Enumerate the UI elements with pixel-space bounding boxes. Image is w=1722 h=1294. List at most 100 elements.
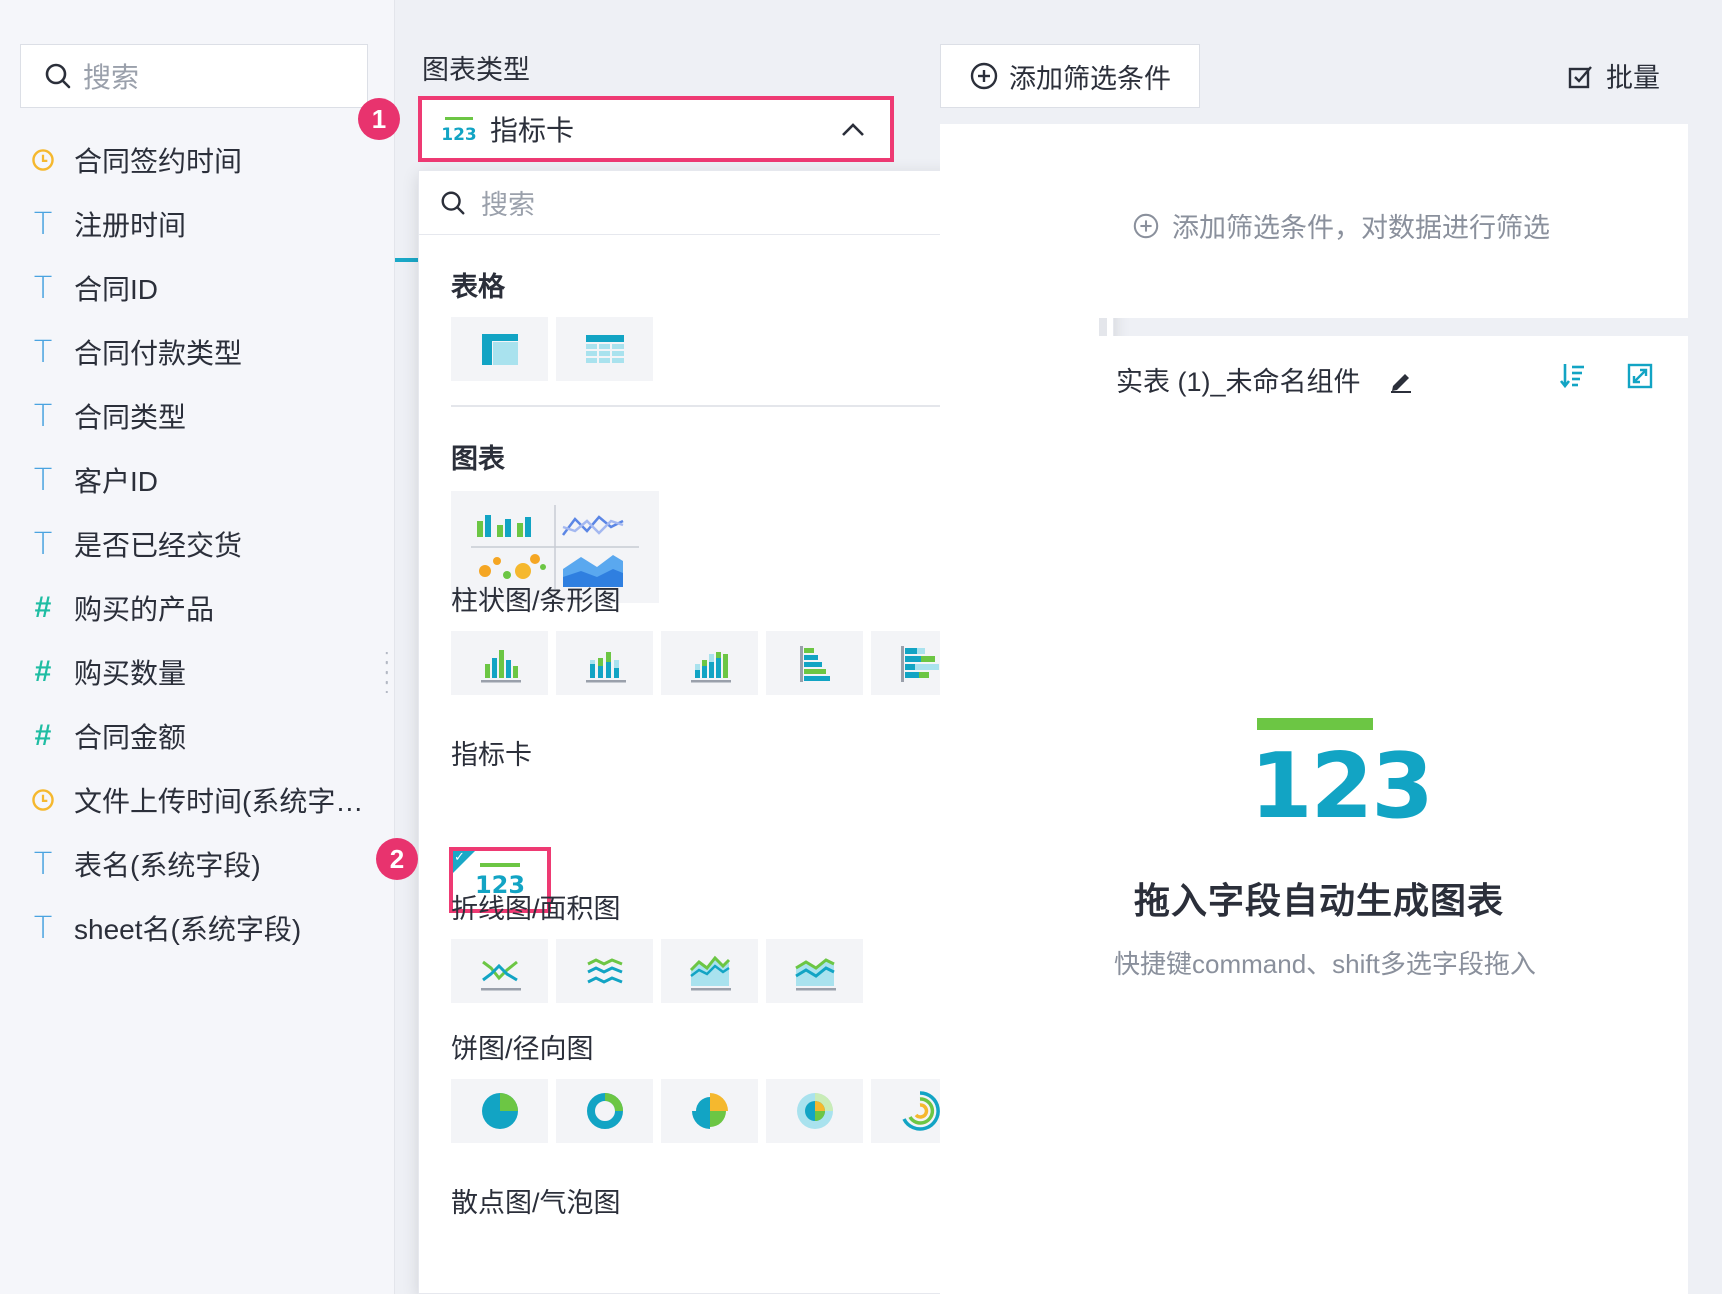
clock-icon: [28, 145, 58, 175]
field-item[interactable]: # 购买的产品: [28, 576, 368, 640]
sort-icon[interactable]: [1558, 360, 1588, 390]
text-type-icon: T: [33, 846, 53, 882]
chart-option-line[interactable]: [451, 939, 548, 1003]
chart-type-select[interactable]: 123 指标卡: [418, 96, 894, 162]
chart-type-label: 图表类型: [422, 55, 530, 85]
field-item[interactable]: T 表名(系统字段): [28, 832, 368, 896]
field-label: 合同金额: [74, 722, 187, 753]
step-badge-2: 2: [376, 838, 418, 880]
detail-table-icon: [585, 335, 624, 363]
field-label: 购买的产品: [74, 594, 215, 625]
filter-hint[interactable]: 添加筛选条件，对数据进行筛选: [1132, 206, 1550, 245]
panel-resize-handle[interactable]: : :: :: [384, 647, 404, 697]
empty-state-hint: 快捷键command、shift多选字段拖入: [1114, 949, 1536, 979]
field-item[interactable]: T 合同付款类型: [28, 320, 368, 384]
batch-label: 批量: [1606, 63, 1660, 93]
chart-option-table[interactable]: [451, 317, 548, 381]
expand-icon[interactable]: [1626, 362, 1654, 390]
chart-option-rose[interactable]: [661, 1079, 758, 1143]
section-title-scatter: 散点图/气泡图: [451, 1188, 621, 1218]
table-icon: [481, 334, 518, 365]
field-item[interactable]: 合同签约时间: [28, 128, 368, 192]
field-list: 合同签约时间 T 注册时间 T 合同ID T 合同付款类型 T 合同类型 T 客户ID T 是否已经交货…: [28, 128, 368, 960]
text-type-icon: T: [33, 398, 53, 434]
section-title-line: 折线图/面积图: [451, 894, 621, 924]
multi-line-icon: [586, 958, 623, 984]
chart-option-stacked-bar[interactable]: [661, 631, 758, 695]
section-title-table: 表格: [451, 272, 505, 302]
chart-option-horizontal-bar[interactable]: [766, 631, 863, 695]
rose-chart-icon: [691, 1093, 728, 1129]
top-strip: [395, 0, 1722, 22]
chart-option-detail-table[interactable]: [556, 317, 653, 381]
field-label: sheet名(系统字段): [74, 914, 302, 945]
field-item[interactable]: Tsheet名(系统字段): [28, 896, 368, 960]
text-type-icon: T: [33, 206, 53, 242]
field-label: 合同类型: [74, 402, 187, 433]
chart-option-pie[interactable]: [451, 1079, 548, 1143]
bar-chart-icon: [480, 650, 521, 683]
number-type-icon: #: [34, 655, 52, 688]
stacked-bar-icon: [690, 652, 731, 683]
field-item[interactable]: T 合同类型: [28, 384, 368, 448]
area-chart-icon: [689, 955, 731, 991]
chart-type-selected-value: 指标卡: [490, 115, 575, 146]
donut-chart-icon: [586, 1093, 623, 1129]
line-chart-row: [451, 939, 863, 1003]
chart-option-stacked-area[interactable]: [766, 939, 863, 1003]
field-item[interactable]: 文件上传时间(系统字…: [28, 768, 368, 832]
table-chart-row: [451, 317, 653, 381]
field-item[interactable]: # 合同金额: [28, 704, 368, 768]
filter-hint-text: 添加筛选条件，对数据进行筛选: [1172, 213, 1550, 243]
component-title: 实表 (1)_未命名组件: [1116, 360, 1415, 399]
chart-option-multi-line[interactable]: [556, 939, 653, 1003]
empty-state-title: 拖入字段自动生成图表: [1134, 880, 1505, 921]
field-item[interactable]: T 客户ID: [28, 448, 368, 512]
tab-indicator: [395, 258, 419, 262]
field-label: 购买数量: [74, 658, 187, 689]
check-icon: ✓: [454, 849, 465, 864]
chart-option-nested-pie[interactable]: [766, 1079, 863, 1143]
plus-circle-icon: [1133, 213, 1159, 238]
field-label: 合同签约时间: [74, 146, 243, 177]
text-type-icon: T: [33, 910, 53, 946]
clock-icon: [28, 785, 58, 815]
text-type-icon: T: [33, 270, 53, 306]
section-title-pie: 饼图/径向图: [451, 1034, 594, 1064]
line-chart-icon: [480, 960, 521, 991]
pie-chart-icon: [481, 1093, 518, 1129]
plus-circle-icon: [970, 62, 998, 90]
add-filter-button[interactable]: 添加筛选条件: [940, 44, 1200, 108]
number-type-icon: #: [34, 719, 52, 752]
batch-button[interactable]: 批量: [1566, 56, 1660, 95]
field-item[interactable]: T 是否已经交货: [28, 512, 368, 576]
search-icon: [45, 63, 71, 89]
chart-option-donut[interactable]: [556, 1079, 653, 1143]
text-type-icon: T: [33, 462, 53, 498]
edit-pen-icon[interactable]: [1387, 366, 1415, 394]
horizontal-bar-icon: [799, 646, 830, 682]
field-label: 是否已经交货: [74, 530, 243, 561]
field-item[interactable]: T 合同ID: [28, 256, 368, 320]
kpi-placeholder-bar: [1257, 718, 1373, 730]
batch-edit-icon: [1568, 65, 1592, 88]
chart-option-grouped-bar[interactable]: [556, 631, 653, 695]
field-label: 注册时间: [74, 210, 187, 241]
chevron-up-icon: [842, 123, 864, 136]
field-search-placeholder: 搜索: [83, 62, 140, 93]
field-label: 合同ID: [74, 274, 159, 305]
add-filter-label: 添加筛选条件: [1009, 63, 1171, 94]
section-title-chart: 图表: [451, 444, 505, 474]
number-type-icon: #: [34, 591, 52, 624]
field-item[interactable]: # 购买数量: [28, 640, 368, 704]
text-type-icon: T: [33, 526, 53, 562]
field-search-input[interactable]: 搜索: [20, 44, 368, 108]
field-label: 合同付款类型: [74, 338, 243, 369]
chart-option-area[interactable]: [661, 939, 758, 1003]
component-title-text: 实表 (1)_未命名组件: [1116, 367, 1361, 397]
field-label: 客户ID: [74, 466, 159, 497]
nested-pie-icon: [796, 1093, 833, 1129]
chart-option-bar[interactable]: [451, 631, 548, 695]
field-label: 文件上传时间(系统字…: [74, 786, 364, 817]
field-item[interactable]: T 注册时间: [28, 192, 368, 256]
